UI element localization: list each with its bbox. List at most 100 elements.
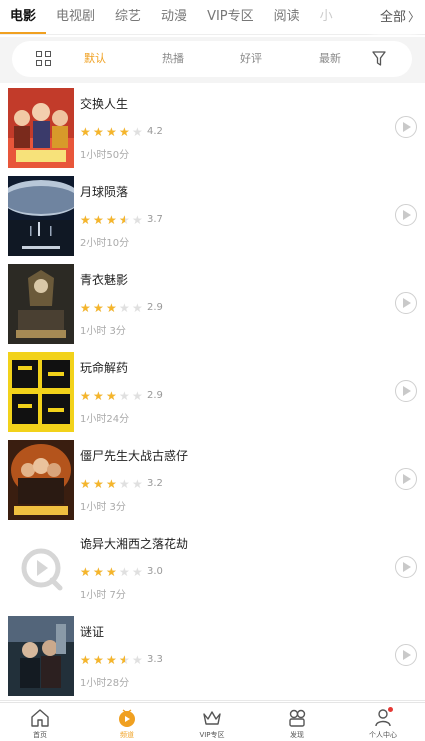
star-icon: ★ ★ (119, 213, 130, 227)
rating-score: 2.9 (147, 390, 163, 401)
star-icon: ★ ★ (106, 565, 117, 579)
grid-view-icon[interactable] (36, 51, 52, 67)
all-categories-label: 全部 (380, 10, 407, 25)
bottom-navigation: 首页 频道 VIP专区 发现 个人中心 (0, 702, 425, 741)
nav-home[interactable]: 首页 (10, 705, 70, 741)
rating-score: 3.0 (147, 566, 163, 577)
movie-poster (8, 440, 74, 520)
movie-duration: 1小时24分 (80, 414, 130, 425)
filter-bar: 默认 热播 好评 最新 (12, 41, 412, 77)
star-icon: ★ ★ (93, 653, 104, 667)
nav-vip-label: VIP专区 (199, 731, 225, 739)
play-icon (403, 386, 411, 396)
star-icon: ★ (119, 389, 130, 403)
channel-icon (119, 709, 135, 727)
all-categories-button[interactable]: 全部〉 (380, 0, 425, 34)
movie-poster (8, 616, 74, 696)
play-icon (403, 298, 411, 308)
star-icon: ★ (132, 565, 143, 579)
movie-list: 交换人生 ★ ★ ★ ★ ★ ★ ★ ★ ★ 4.2 1小时50分 月球陨落 ★ ★ ★ ★ ★ ★ ★ ★ ★… (0, 84, 425, 702)
poster-placeholder (8, 528, 74, 608)
star-icon: ★ ★ (93, 389, 104, 403)
play-icon (403, 650, 411, 660)
star-icon: ★ ★ (93, 477, 104, 491)
tab-vip[interactable]: VIP专区 (197, 0, 264, 34)
star-icon: ★ (132, 477, 143, 491)
play-button[interactable] (395, 644, 417, 666)
sort-popular[interactable]: 热播 (162, 41, 184, 77)
tab-anime[interactable]: 动漫 (151, 0, 197, 34)
home-icon (31, 709, 49, 727)
sort-top-rated[interactable]: 好评 (240, 41, 262, 77)
play-icon (403, 474, 411, 484)
movie-duration: 1小时28分 (80, 678, 130, 689)
star-icon: ★ ★ (93, 565, 104, 579)
category-tabs: 电影 电视剧 综艺 动漫 VIP专区 阅读小 (0, 0, 380, 34)
rating-score: 4.2 (147, 126, 163, 137)
movie-row[interactable]: 交换人生 ★ ★ ★ ★ ★ ★ ★ ★ ★ 4.2 1小时50分 (0, 84, 425, 173)
tab-variety[interactable]: 综艺 (105, 0, 151, 34)
tab-reading[interactable]: 阅读 (264, 0, 310, 34)
star-icon: ★ ★ (119, 653, 130, 667)
movie-duration: 1小时 3分 (80, 326, 126, 337)
star-icon: ★ ★ (80, 389, 91, 403)
movie-title: 僵尸先生大战古惑仔 (80, 449, 189, 463)
movie-duration: 1小时50分 (80, 150, 130, 161)
star-icon: ★ (119, 565, 130, 579)
discover-icon (289, 709, 306, 727)
movie-title: 诡异大湘西之落花劫 (80, 537, 189, 551)
movie-row[interactable]: 僵尸先生大战古惑仔 ★ ★ ★ ★ ★ ★ ★ ★ 3.2 1小时 3分 (0, 436, 425, 525)
movie-row[interactable]: 玩命解药 ★ ★ ★ ★ ★ ★ ★ ★ 2.9 1小时24分 (0, 348, 425, 437)
movie-duration: 1小时 3分 (80, 502, 126, 513)
play-button[interactable] (395, 116, 417, 138)
rating-score: 3.2 (147, 478, 163, 489)
nav-home-label: 首页 (33, 731, 47, 739)
movie-title: 玩命解药 (80, 361, 129, 375)
star-icon: ★ ★ (80, 213, 91, 227)
star-icon: ★ ★ (93, 213, 104, 227)
star-icon: ★ ★ (93, 125, 104, 139)
nav-discover-label: 发现 (290, 731, 304, 739)
movie-poster (8, 88, 74, 168)
star-icon: ★ ★ (106, 653, 117, 667)
movie-duration: 2小时10分 (80, 238, 130, 249)
movie-poster (8, 352, 74, 432)
star-icon: ★ (119, 477, 130, 491)
play-button[interactable] (395, 468, 417, 490)
play-button[interactable] (395, 204, 417, 226)
rating-score: 2.9 (147, 302, 163, 313)
play-button[interactable] (395, 292, 417, 314)
play-button[interactable] (395, 380, 417, 402)
nav-channel[interactable]: 频道 (97, 705, 157, 741)
nav-profile[interactable]: 个人中心 (353, 705, 413, 741)
tab-tv-series[interactable]: 电视剧 (46, 0, 105, 34)
star-icon: ★ ★ (106, 389, 117, 403)
filter-funnel-icon[interactable] (372, 51, 386, 67)
nav-vip[interactable]: VIP专区 (182, 705, 242, 741)
star-icon: ★ ★ (106, 125, 117, 139)
star-icon: ★ ★ (119, 125, 130, 139)
star-icon: ★ (132, 213, 143, 227)
movie-row[interactable]: 谜证 ★ ★ ★ ★ ★ ★ ★ ★ ★ 3.3 1小时28分 (0, 612, 425, 701)
top-tab-bar: 电影 电视剧 综艺 动漫 VIP专区 阅读小 全部〉 (0, 0, 425, 35)
rating-score: 3.3 (147, 654, 163, 665)
star-icon: ★ ★ (80, 301, 91, 315)
nav-discover[interactable]: 发现 (267, 705, 327, 741)
movie-row[interactable]: 青衣魅影 ★ ★ ★ ★ ★ ★ ★ ★ 2.9 1小时 3分 (0, 260, 425, 349)
movie-row[interactable]: 诡异大湘西之落花劫 ★ ★ ★ ★ ★ ★ ★ ★ 3.0 1小时 7分 (0, 524, 425, 613)
star-icon: ★ ★ (80, 565, 91, 579)
play-icon (403, 562, 411, 572)
star-icon: ★ (132, 389, 143, 403)
sort-newest[interactable]: 最新 (319, 41, 341, 77)
star-icon: ★ (119, 301, 130, 315)
notification-dot (388, 707, 393, 712)
movie-title: 青衣魅影 (80, 273, 129, 287)
tab-partial[interactable]: 小 (310, 0, 343, 34)
star-icon: ★ (132, 653, 143, 667)
sort-default[interactable]: 默认 (84, 41, 106, 77)
movie-poster (8, 264, 74, 344)
play-button[interactable] (395, 556, 417, 578)
movie-row[interactable]: 月球陨落 ★ ★ ★ ★ ★ ★ ★ ★ ★ 3.7 2小时10分 (0, 172, 425, 261)
tab-movies[interactable]: 电影 (0, 0, 47, 34)
chevron-right-icon: 〉 (408, 10, 421, 24)
